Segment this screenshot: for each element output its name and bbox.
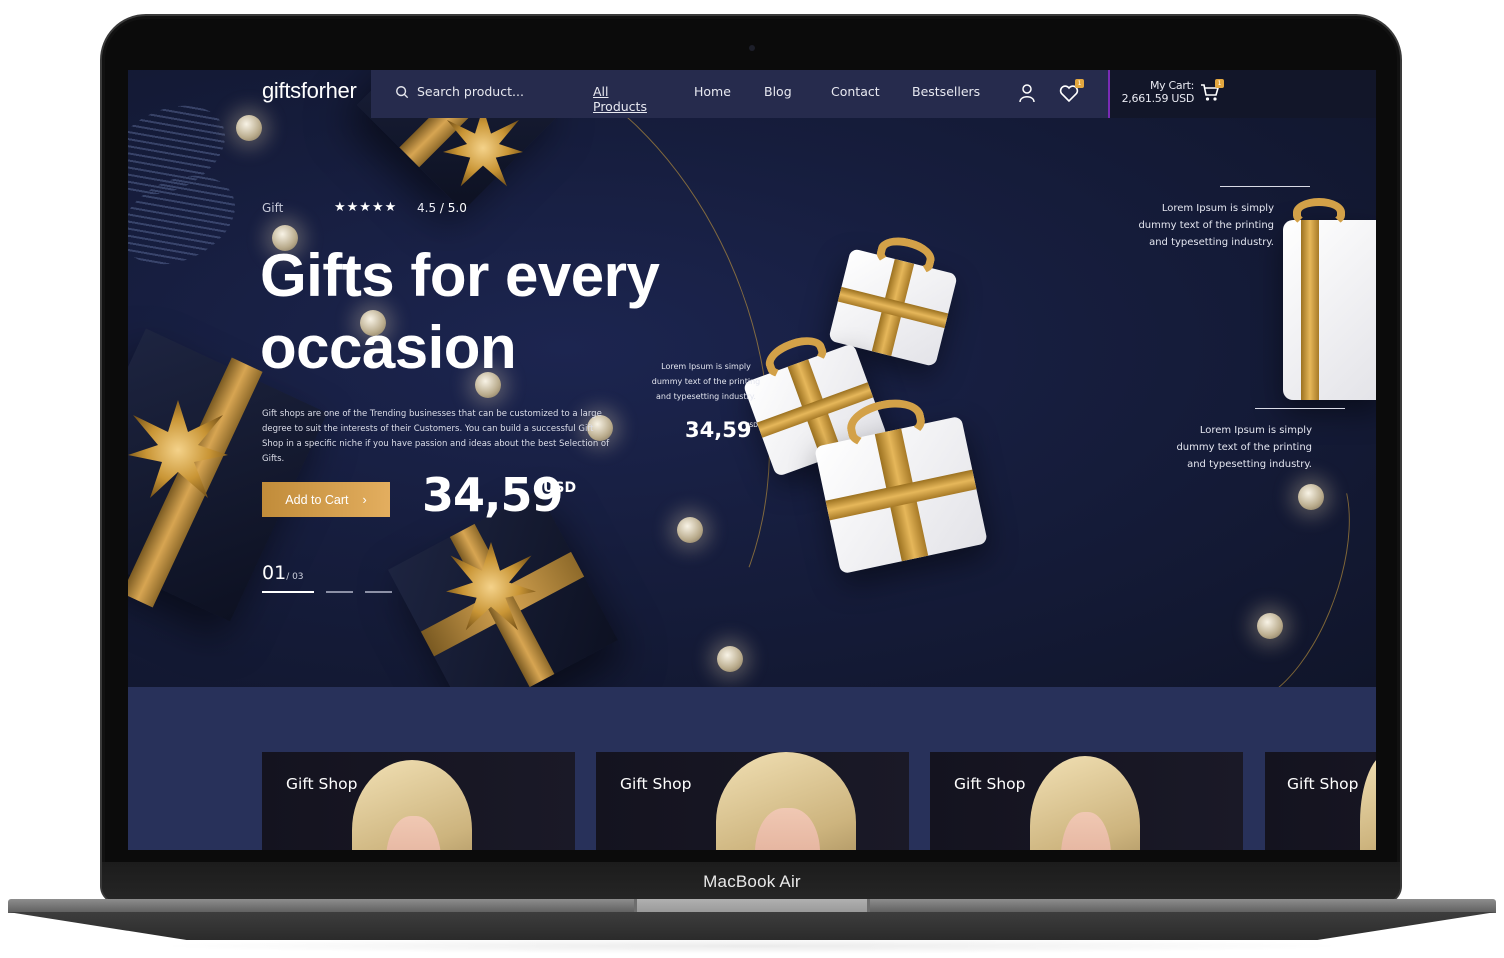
card-title: Gift Shop [954, 775, 1026, 793]
callout-divider [1255, 408, 1345, 409]
rating-score: 4.5 [417, 201, 437, 215]
card-title: Gift Shop [620, 775, 692, 793]
category-card[interactable]: Gift Shop [596, 752, 909, 850]
wishlist-button[interactable]: 1 [1058, 79, 1084, 104]
cart-count-badge: 1 [1215, 79, 1224, 88]
slide-indicators [262, 591, 392, 593]
cart-button[interactable]: 1 [1200, 79, 1224, 102]
hero-section: giftsforher Search product... All Produc… [128, 70, 1376, 798]
callout-text-top-right: Lorem Ipsum is simply dummy text of the … [1138, 203, 1274, 248]
nav-all-products[interactable]: All Products [593, 84, 647, 114]
cart-text: My Cart: 2,661.59 USD [1110, 79, 1195, 105]
category-card[interactable]: Gift Shop [930, 752, 1243, 850]
nav-home[interactable]: Home [694, 84, 731, 99]
slide-indicator-2[interactable] [326, 591, 353, 593]
search-placeholder: Search product... [417, 84, 524, 99]
cart-total: 2,661.59 USD [1121, 92, 1195, 105]
user-icon [1019, 84, 1035, 103]
model-photo [352, 760, 472, 850]
slide-total: / 03 [286, 572, 304, 582]
pearl-decoration [236, 115, 262, 141]
laptop-hinge-notch [634, 899, 870, 912]
slide-indicator-3[interactable] [365, 591, 392, 593]
device-label: MacBook Air [703, 872, 801, 891]
model-photo [716, 752, 856, 850]
nav-bestsellers[interactable]: Bestsellers [912, 84, 980, 99]
wishlist-count-badge: 1 [1075, 79, 1084, 88]
slide-current: 01 [262, 562, 287, 584]
category-card[interactable]: Gift Shop [1265, 752, 1376, 850]
secondary-price-currency: USD [745, 422, 758, 429]
hero-category: Gift [262, 201, 284, 215]
model-photo [1360, 752, 1376, 850]
hero-price-currency: USD [543, 480, 577, 496]
card-title: Gift Shop [1287, 775, 1359, 793]
star-rating-icon: ★★★★★ [334, 200, 398, 215]
pearl-decoration [717, 646, 743, 672]
pearl-decoration [1298, 484, 1324, 510]
pearl-decoration [677, 517, 703, 543]
card-title: Gift Shop [286, 775, 358, 793]
nav-blog[interactable]: Blog [764, 84, 792, 99]
account-button[interactable] [1016, 82, 1038, 104]
chevron-right-icon: › [362, 492, 367, 507]
white-gift-box-image [1283, 198, 1376, 400]
device-shadow [150, 938, 1354, 954]
cart-summary[interactable]: My Cart: 2,661.59 USD 1 [1108, 70, 1376, 118]
category-card[interactable]: Gift Shop [262, 752, 575, 850]
callout-text-bottom-right: Lorem Ipsum is simply dummy text of the … [1176, 425, 1312, 470]
camera-dot [749, 45, 755, 51]
cart-label: My Cart: [1149, 79, 1194, 92]
rating-value: 4.5 / 5.0 [417, 201, 467, 215]
browser-screen: giftsforher Search product... All Produc… [128, 70, 1376, 850]
garland-string [1177, 437, 1376, 723]
slide-counter: 01/ 03 [262, 562, 304, 584]
logo[interactable]: giftsforher [262, 78, 357, 104]
slide-indicator-1[interactable] [262, 591, 314, 593]
laptop-base-bottom [8, 912, 1496, 940]
nav-contact[interactable]: Contact [831, 84, 880, 99]
callout-divider [1220, 186, 1310, 187]
search-field[interactable]: Search product... [395, 84, 524, 99]
device-mockup: giftsforher Search product... All Produc… [0, 0, 1504, 958]
search-icon [396, 85, 409, 98]
top-navigation: Search product... All Products Home Blog… [371, 70, 1108, 118]
callout-text-center: Lorem Ipsum is simply dummy text of the … [651, 362, 761, 401]
add-to-cart-button[interactable]: Add to Cart › [262, 482, 390, 517]
add-to-cart-label: Add to Cart [285, 492, 349, 507]
secondary-price: 34,59 [685, 418, 752, 442]
hero-price: 34,59 [422, 468, 564, 522]
pearl-decoration [1257, 613, 1283, 639]
model-photo [1030, 756, 1140, 850]
hero-description: Gift shops are one of the Trending busin… [262, 409, 610, 464]
rating-max: / 5.0 [439, 201, 467, 215]
